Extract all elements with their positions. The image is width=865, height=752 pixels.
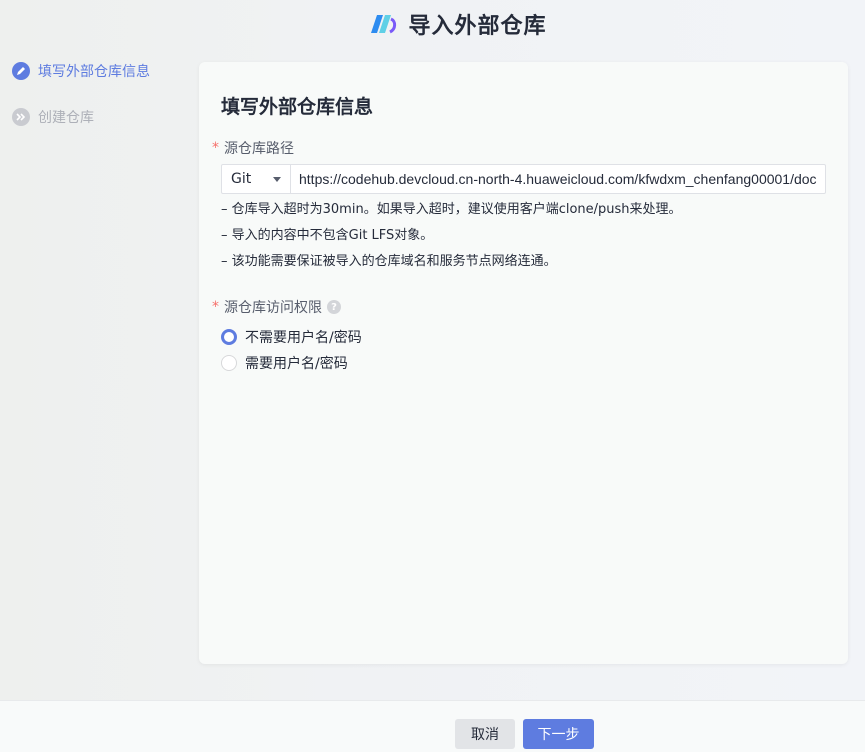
source-url-input[interactable] [290,164,826,194]
page-title: 导入外部仓库 [408,14,547,39]
note-item: – 导入的内容中不包含Git LFS对象。 [221,228,434,243]
access-label-text: 源仓库访问权限 [224,300,322,316]
form-card: 填写外部仓库信息 * 源仓库路径 Git – 仓库导入超时为30min。如果导入… [199,62,848,664]
codearts-logo-icon [368,9,398,39]
repo-type-select[interactable]: Git [221,164,291,194]
source-path-label: * 源仓库路径 [212,138,294,158]
notes-list: – 仓库导入超时为30min。如果导入超时，建议使用客户端clone/push来… [221,202,682,280]
note-item: – 仓库导入超时为30min。如果导入超时，建议使用客户端clone/push来… [221,202,682,217]
header: 导入外部仓库 [0,0,865,48]
double-chevron-right-icon [12,108,30,126]
required-mark: * [212,299,219,315]
repo-type-value: Git [231,171,252,187]
source-path-label-text: 源仓库路径 [224,141,294,157]
next-button[interactable]: 下一步 [523,719,594,749]
form-title: 填写外部仓库信息 [221,96,374,118]
required-mark: * [212,140,219,156]
edit-icon [12,62,30,80]
radio-button[interactable] [221,355,237,371]
step-label: 创建仓库 [38,110,94,126]
radio-no-credentials[interactable]: 不需要用户名/密码 [221,327,362,347]
caret-down-icon [273,177,281,182]
step-create-repo[interactable]: 创建仓库 [12,106,150,128]
footer: 取消 下一步 [0,700,865,752]
radio-credentials[interactable]: 需要用户名/密码 [221,353,348,373]
cancel-button[interactable]: 取消 [455,719,515,749]
radio-label: 不需要用户名/密码 [245,330,362,346]
step-fill-info[interactable]: 填写外部仓库信息 [12,60,150,82]
access-label: * 源仓库访问权限 ? [212,297,341,317]
note-item: – 该功能需要保证被导入的仓库域名和服务节点网络连通。 [221,254,557,269]
radio-button[interactable] [221,329,237,345]
radio-label: 需要用户名/密码 [245,356,348,372]
help-icon[interactable]: ? [327,300,341,314]
step-navigation: 填写外部仓库信息 创建仓库 [12,60,150,152]
step-label: 填写外部仓库信息 [38,64,150,80]
